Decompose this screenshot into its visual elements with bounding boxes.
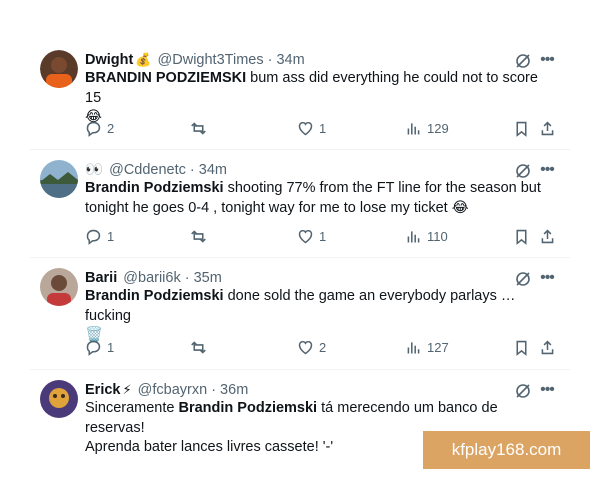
share-button[interactable] [539,226,556,246]
mention-bold: Brandin Podziemski [85,288,224,304]
avatar[interactable] [40,160,78,198]
grok-icon[interactable] [514,52,532,70]
repost-button[interactable] [190,118,212,138]
share-button[interactable] [539,337,556,357]
tweet-actions: 2 1 129 [85,118,556,138]
grok-icon[interactable] [514,382,532,400]
display-name[interactable]: Dwight [85,52,133,68]
bookmark-button[interactable] [513,337,530,357]
tweet-item[interactable]: Dwight 💰 @Dwight3Times · 34m ••• BRANDIN … [30,40,570,150]
like-button[interactable]: 2 [297,337,326,357]
repost-button[interactable] [190,226,212,246]
tweet-header: Dwight 💰 @Dwight3Times · 34m [85,51,570,69]
tweet-header: 👀 @Cddenetc · 34m [85,161,570,179]
avatar[interactable] [40,380,78,418]
reply-button[interactable]: 1 [85,337,114,357]
bookmark-button[interactable] [513,226,530,246]
share-icon [541,228,554,243]
display-name[interactable]: 👀 [85,162,103,178]
repost-icon [191,121,206,135]
more-options-icon[interactable]: ••• [538,381,556,399]
grok-icon[interactable] [514,270,532,288]
reply-icon [86,229,101,245]
tweet-feed: Dwight 💰 @Dwight3Times · 34m ••• BRANDIN … [30,40,570,455]
views-chart-icon [407,122,420,134]
bookmark-icon [516,229,527,245]
mention-bold: Brandin Podziemski [178,400,318,416]
share-button[interactable] [539,118,556,138]
repost-button[interactable] [190,337,212,357]
handle-and-time[interactable]: @fcbayrxn · 36m [138,382,249,398]
reply-icon [86,121,101,137]
handle-and-time[interactable]: @Cddenetc · 34m [109,162,227,178]
heart-icon [298,229,313,243]
money-bag-emoji: 💰 [135,52,152,67]
tweet-header: Erick ⚡ @fcbayrxn · 36m [85,381,570,399]
grok-icon[interactable] [514,162,532,180]
bookmark-icon [516,340,527,356]
tweet-actions: 1 2 127 [85,337,556,357]
handle-and-time[interactable]: @Dwight3Times · 34m [158,52,305,68]
avatar[interactable] [40,268,78,306]
share-icon [541,120,554,135]
mention-bold: BRANDIN PODZIEMSKI [85,70,247,86]
tweet-text: Brandin Podziemski shooting 77% from the… [85,180,541,216]
views-chart-icon [407,341,420,353]
views-button[interactable]: 110 [405,226,448,246]
avatar[interactable] [40,50,78,88]
bookmark-button[interactable] [513,118,530,138]
display-name[interactable]: Barii [85,270,117,286]
tweet-actions: 1 1 110 [85,226,556,246]
watermark-label: kfplay168.com [423,431,590,469]
views-button[interactable]: 127 [405,337,449,357]
like-button[interactable]: 1 [297,118,326,138]
share-icon [541,339,554,354]
repost-icon [191,229,206,243]
more-options-icon[interactable]: ••• [538,161,556,179]
more-options-icon[interactable]: ••• [538,51,556,69]
like-button[interactable]: 1 [297,226,326,246]
tweet-item[interactable]: 👀 @Cddenetc · 34m ••• Brandin Podziemski… [30,150,570,258]
bookmark-icon [516,121,527,137]
reply-button[interactable]: 2 [85,118,114,138]
reply-icon [86,340,101,356]
lightning-emoji: ⚡ [122,382,132,397]
views-button[interactable]: 129 [405,118,449,138]
views-chart-icon [407,230,420,242]
handle-and-time[interactable]: @barii6k · 35m [123,270,222,286]
heart-icon [298,340,313,354]
heart-icon [298,121,313,135]
tweet-header: Barii @barii6k · 35m [85,269,570,287]
more-options-icon[interactable]: ••• [538,269,556,287]
tweet-item[interactable]: Barii @barii6k · 35m ••• Brandin Podziem… [30,258,570,370]
display-name[interactable]: Erick [85,382,120,398]
reply-button[interactable]: 1 [85,226,114,246]
repost-icon [191,340,206,354]
mention-bold: Brandin Podziemski [85,180,224,196]
